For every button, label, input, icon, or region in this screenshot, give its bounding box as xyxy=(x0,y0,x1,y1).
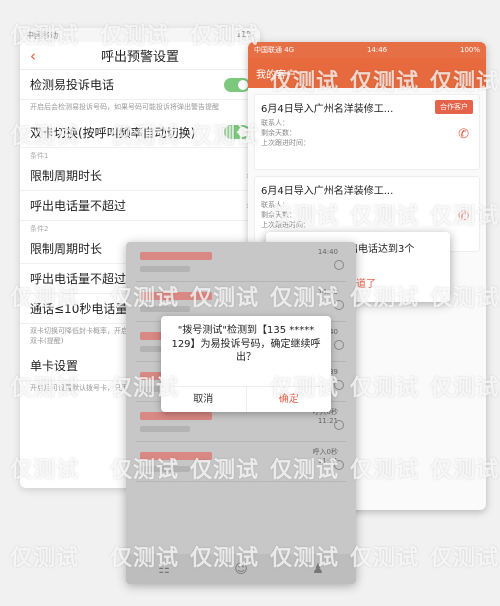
setting-row-complaint-check[interactable]: 检测易投诉电话 xyxy=(20,70,260,100)
watermark: 仅测试 xyxy=(10,546,80,571)
setting-row-limit-1[interactable]: 呼出电话量不超过 › xyxy=(20,191,260,221)
phone-number-redacted xyxy=(140,292,212,300)
call-time: 14:40 xyxy=(317,288,338,296)
header-title: 我的客户 xyxy=(256,69,296,81)
contacts-icon[interactable]: ☺ xyxy=(234,562,248,577)
dialog-buttons: 取消 确定 xyxy=(161,386,331,412)
clock-label: 14:46 xyxy=(366,46,388,54)
phone-icon[interactable]: ✆ xyxy=(458,127,469,142)
setting-label: 双卡切换(按呼叫频率自动切换) xyxy=(30,125,196,140)
carrier-label: 中国联通 4G xyxy=(254,46,295,54)
setting-row-period-1[interactable]: 限制周期时长 › xyxy=(20,161,260,191)
back-arrow-icon[interactable]: ‹ xyxy=(20,47,46,65)
setting-label: 检测易投诉电话 xyxy=(30,78,115,92)
meta-contact: 联系人： xyxy=(261,119,289,127)
phone-number-redacted xyxy=(140,452,212,460)
status-bar: 中国移动 11% xyxy=(20,28,260,42)
toggle-switch[interactable] xyxy=(224,125,250,140)
dialpad-icon[interactable]: ☷ xyxy=(158,562,170,577)
phone-icon[interactable]: ✆ xyxy=(458,209,469,224)
add-icon[interactable] xyxy=(334,340,344,350)
dialog-message: "拨号测试"检测到【135 ***** 129】为易投诉号码，确定继续呼出？ xyxy=(171,325,321,363)
battery-label: 11% xyxy=(236,30,254,39)
condition-label: 条件1 xyxy=(30,151,49,160)
meta-days: 剩余天数： xyxy=(261,211,296,220)
customer-card[interactable]: 6月4日导入广州名洋装修工... 合作客户 联系人： 剩余天数： 上次跟进时间：… xyxy=(254,94,480,170)
call-record[interactable]: 14:40 xyxy=(136,242,346,282)
status-bar: 中国联通 4G 14:46 100% xyxy=(248,42,486,58)
screenshot-collage: 中国移动 11% ‹ 呼出预警设置 检测易投诉电话 开启后会检测易投诉号码，如果… xyxy=(0,0,500,606)
setting-label: 限制周期时长 xyxy=(30,168,103,183)
meta-contact: 联系人： xyxy=(261,201,289,209)
card-meta: 联系人： 剩余天数： 上次跟进时间： xyxy=(261,118,473,148)
toggle-switch[interactable] xyxy=(224,77,250,92)
call-subtext xyxy=(140,266,190,272)
call-subtext xyxy=(140,306,190,312)
add-icon[interactable] xyxy=(334,300,344,310)
header: 我的客户 xyxy=(248,58,486,88)
card-title: 6月4日导入广州名洋装修工... xyxy=(261,186,394,197)
complaint-warning-dialog: "拨号测试"检测到【135 ***** 129】为易投诉号码，确定继续呼出？ 取… xyxy=(161,316,331,412)
setting-label: 限制周期时长 xyxy=(30,241,103,256)
carrier-label: 中国移动 xyxy=(26,31,58,40)
meta-last: 上次跟进时间： xyxy=(261,139,310,148)
cancel-button[interactable]: 取消 xyxy=(161,387,246,412)
page-title: 呼出预警设置 xyxy=(100,50,179,65)
meta-last: 上次跟进时间： xyxy=(261,221,310,230)
bottom-nav: ☷ ☺ ♟ xyxy=(126,554,356,584)
add-icon[interactable] xyxy=(334,420,344,430)
setting-label: 通话≤10秒电话量 xyxy=(30,301,128,316)
setting-note: 开启后会检测易投诉号码，如果号码可能投诉将弹出警告提醒 xyxy=(30,103,219,111)
watermark: 仅测试 xyxy=(350,546,420,571)
setting-row-dual-sim[interactable]: 双卡切换(按呼叫频率自动切换) xyxy=(20,118,260,148)
card-meta: 联系人： 剩余天数： 上次跟进时间： xyxy=(261,200,473,230)
condition-label: 条件2 xyxy=(30,224,49,233)
call-subtext xyxy=(140,426,190,432)
add-icon[interactable] xyxy=(334,460,344,470)
battery-label: 100% xyxy=(459,46,480,54)
header: ‹ 呼出预警设置 xyxy=(20,42,260,70)
add-icon[interactable] xyxy=(334,380,344,390)
setting-label: 呼出电话量不超过 xyxy=(30,198,127,213)
add-icon[interactable] xyxy=(334,260,344,270)
call-record[interactable]: 呼入0秒 11:21 xyxy=(136,442,346,482)
meta-days: 剩余天数： xyxy=(261,129,296,138)
call-subtext xyxy=(140,466,190,472)
call-time: 14:40 xyxy=(317,248,338,256)
setting-label: 单卡设置 xyxy=(30,359,79,374)
status-badge: 合作客户 xyxy=(435,100,473,114)
confirm-button[interactable]: 确定 xyxy=(245,387,332,412)
phone-number-redacted xyxy=(140,252,212,260)
setting-label: 呼出电话量不超过 xyxy=(30,271,127,286)
call-type: 呼入0秒 xyxy=(312,448,338,456)
phone-number-redacted xyxy=(140,412,212,420)
watermark: 仅测试 xyxy=(430,546,500,571)
profile-icon[interactable]: ♟ xyxy=(312,562,324,577)
dialer-screen: 14:40 14:40 14:40 14:39 呼入0秒11:21 呼入0秒11… xyxy=(126,242,356,584)
